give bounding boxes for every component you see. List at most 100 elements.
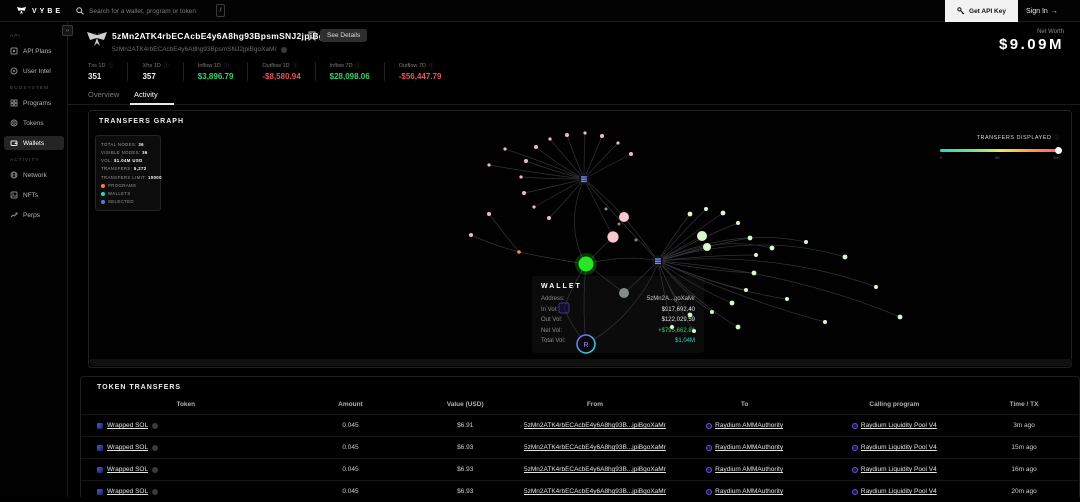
sign-in-button[interactable]: Sign In → <box>1026 0 1058 22</box>
program-icon <box>706 445 712 451</box>
sign-in-label: Sign In <box>1026 8 1048 15</box>
tab-bar: Overview Activity <box>68 86 1080 105</box>
sidebar-item-network[interactable]: Network <box>4 168 64 182</box>
sidebar-item-wallets[interactable]: Wallets <box>4 136 64 150</box>
tab-overview[interactable]: Overview <box>88 90 119 99</box>
vybe-moth-icon <box>16 6 27 16</box>
tooltip-net-vol: +$795,662.81 <box>658 326 695 337</box>
sidebar-section-activity: ACTIVITY <box>10 158 40 163</box>
copy-token-icon[interactable] <box>152 467 158 473</box>
to-link[interactable]: Raydium AMMAuthority <box>715 466 783 473</box>
info-icon[interactable]: ⓘ <box>224 62 229 69</box>
solana-hub-node-right[interactable] <box>653 256 663 266</box>
token-link[interactable]: Wrapped SOL <box>107 488 148 495</box>
see-details-button[interactable]: See Details <box>320 29 367 42</box>
wallet-node-green-light[interactable] <box>697 231 707 241</box>
to-link[interactable]: Raydium AMMAuthority <box>715 488 783 495</box>
wallet-node-pink[interactable] <box>619 212 629 222</box>
transfers-displayed-slider: TRANSFERS DISPLAYED ⓘ 0 5K 10K <box>940 134 1060 160</box>
slider-tick-mid: 5K <box>995 155 1000 160</box>
token-link[interactable]: Wrapped SOL <box>107 422 148 429</box>
program-icon <box>852 467 858 473</box>
sidebar-item-tokens[interactable]: Tokens <box>4 116 64 130</box>
tab-activity[interactable]: Activity <box>134 90 158 99</box>
token-link[interactable]: Wrapped SOL <box>107 466 148 473</box>
from-address-link[interactable]: 5zMn2ATK4rbECAcbE4y6A8hg93B...jpiBgoXaMr <box>524 422 666 429</box>
tooltip-title: WALLET <box>541 283 695 290</box>
program-node-orange[interactable] <box>517 250 521 254</box>
time-cell: 16m ago <box>969 466 1079 473</box>
token-link[interactable]: Wrapped SOL <box>107 444 148 451</box>
table-row: Wrapped SOL 0.045 $6.91 5zMn2ATK4rbECAcb… <box>81 414 1079 436</box>
transfers-graph-canvas[interactable]: WALLET Address:5zMn2A...goXaMr In Vol:$9… <box>90 131 1072 361</box>
col-to: To <box>670 401 820 408</box>
value-cell: $6.93 <box>410 444 520 451</box>
arrow-right-icon: → <box>1051 8 1058 15</box>
wallet-address-sub: 5zMn2ATK4rbECAcbE4y6A8hg93BpsmSNJ2jpiBgo… <box>112 46 287 53</box>
tooltip-out-vol: $122,029.59 <box>662 315 695 326</box>
sidebar-item-user-intel[interactable]: User Intel <box>4 64 64 78</box>
programs-icon <box>10 99 18 107</box>
stat-value: -$56,447.79 <box>399 72 442 81</box>
wallet-node-pink[interactable] <box>607 231 618 242</box>
bookmark-icon[interactable] <box>308 31 316 41</box>
sidebar-item-nfts[interactable]: NFTs <box>4 188 64 202</box>
wallet-stats-row: Txs 1Dⓘ 351 Xfrs 1Dⓘ 357 Inflow 1Dⓘ $3,8… <box>88 62 469 81</box>
selected-wallet-node[interactable] <box>579 257 594 272</box>
stat-value: $3,896.79 <box>198 72 234 81</box>
search-shortcut-key: / <box>216 4 225 17</box>
info-icon[interactable]: ⓘ <box>293 62 298 69</box>
transfers-graph-title: TRANSFERS GRAPH <box>99 118 184 125</box>
info-icon[interactable]: ⓘ <box>429 62 434 69</box>
copy-token-icon[interactable] <box>152 423 158 429</box>
amount-cell: 0.045 <box>291 444 411 451</box>
calling-program-link[interactable]: Raydium Liquidity Pool V4 <box>861 466 937 473</box>
sidebar-item-programs[interactable]: Programs <box>4 96 64 110</box>
sidebar-item-label: NFTs <box>23 192 38 199</box>
search-input[interactable]: Search for a wallet, program or token <box>76 3 234 19</box>
slider-label: TRANSFERS DISPLAYED <box>977 135 1052 141</box>
sidebar-collapse-button[interactable]: ‹› <box>62 25 73 36</box>
get-api-key-button[interactable]: Get API Key <box>945 0 1018 22</box>
to-link[interactable]: Raydium AMMAuthority <box>715 444 783 451</box>
sidebar-section-api: API <box>10 34 21 39</box>
stat-value: 357 <box>142 72 168 81</box>
copy-token-icon[interactable] <box>152 489 158 495</box>
wallet-node-green-light[interactable] <box>703 243 711 251</box>
network-globe-icon <box>10 171 18 179</box>
tokens-icon <box>10 119 18 127</box>
search-placeholder: Search for a wallet, program or token <box>89 8 196 15</box>
time-cell: 15m ago <box>969 444 1079 451</box>
slider-track[interactable] <box>940 149 1060 152</box>
info-icon[interactable]: ⓘ <box>108 62 113 69</box>
info-icon[interactable]: ⓘ <box>356 62 361 69</box>
col-value-usd: Value (USD) <box>410 401 520 408</box>
vybe-logo: VYBE <box>16 0 63 22</box>
sidebar-item-perps[interactable]: Perps <box>4 208 64 222</box>
calling-program-link[interactable]: Raydium Liquidity Pool V4 <box>861 422 937 429</box>
from-address-link[interactable]: 5zMn2ATK4rbECAcbE4y6A8hg93B...jpiBgoXaMr <box>524 466 666 473</box>
col-from: From <box>520 401 670 408</box>
value-cell: $6.93 <box>410 488 520 495</box>
amount-cell: 0.045 <box>291 422 411 429</box>
graph-scroll-strip[interactable] <box>90 359 1072 366</box>
tooltip-total-vol: $1.04M <box>675 336 695 347</box>
calling-program-link[interactable]: Raydium Liquidity Pool V4 <box>861 444 937 451</box>
copy-address-icon[interactable] <box>281 47 287 53</box>
program-icon <box>852 445 858 451</box>
slider-knob[interactable] <box>1055 147 1062 154</box>
from-address-link[interactable]: 5zMn2ATK4rbECAcbE4y6A8hg93B...jpiBgoXaMr <box>524 444 666 451</box>
main-content: 5zMn2ATK4rbECAcbE4y6A8hg93BpsmSNJ2jpiBgo… <box>68 22 1080 497</box>
wallets-icon <box>10 139 18 147</box>
brand-name: VYBE <box>32 8 63 15</box>
to-link[interactable]: Raydium AMMAuthority <box>715 422 783 429</box>
sidebar-item-api-plans[interactable]: API Plans <box>4 44 64 58</box>
calling-program-link[interactable]: Raydium Liquidity Pool V4 <box>861 488 937 495</box>
solana-hub-node-top[interactable] <box>579 174 589 184</box>
token-transfers-panel: TOKEN TRANSFERS Token Amount Value (USD)… <box>80 376 1080 497</box>
from-address-link[interactable]: 5zMn2ATK4rbECAcbE4y6A8hg93B...jpiBgoXaMr <box>524 488 666 495</box>
sidebar-item-label: Perps <box>23 212 40 219</box>
info-icon[interactable]: ⓘ <box>164 62 169 69</box>
info-icon[interactable]: ⓘ <box>1054 134 1060 141</box>
copy-token-icon[interactable] <box>152 445 158 451</box>
